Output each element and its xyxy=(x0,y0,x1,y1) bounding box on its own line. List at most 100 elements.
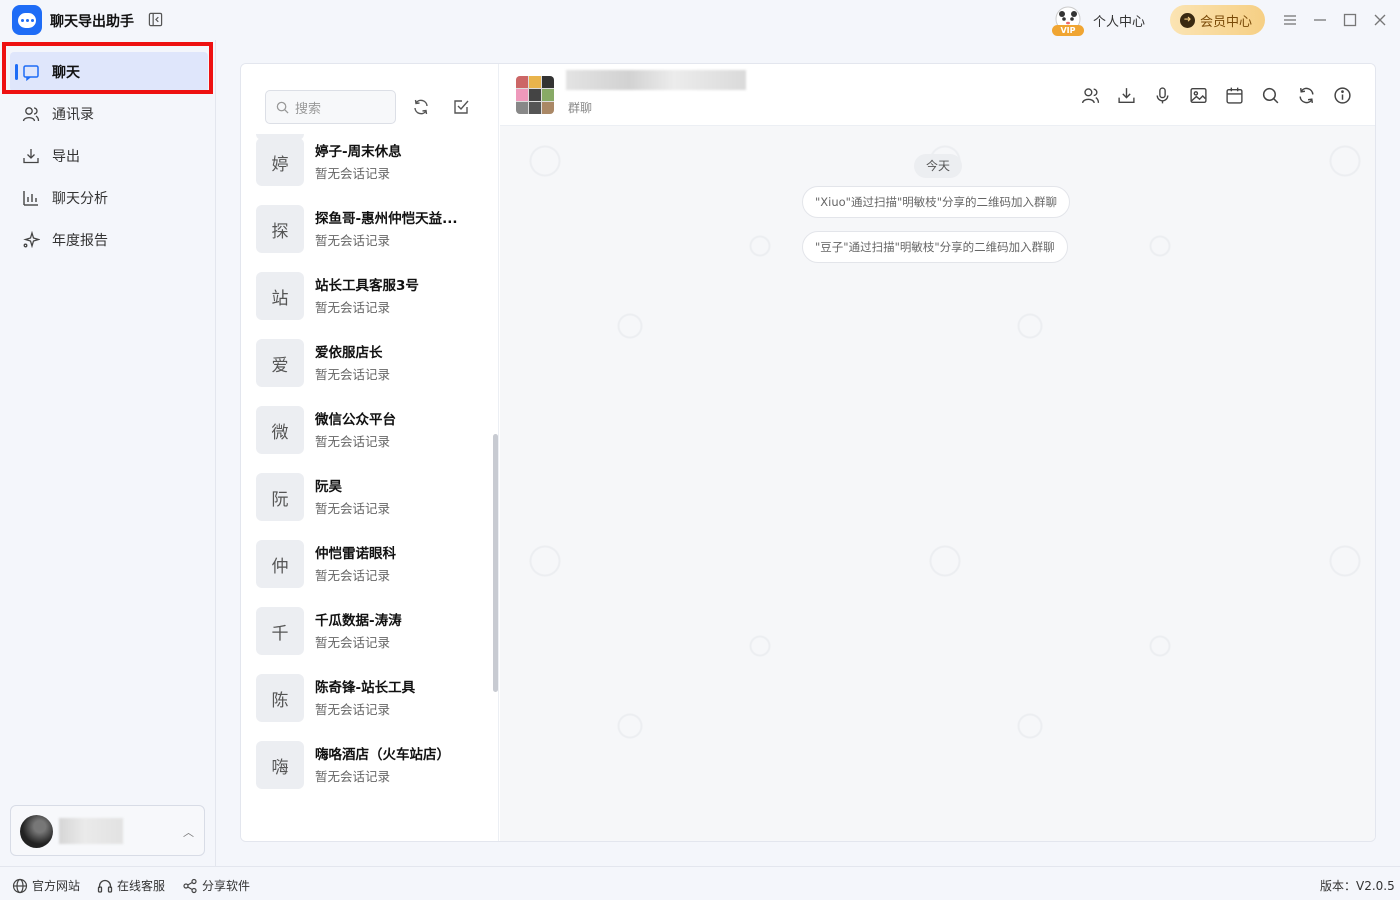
list-item[interactable]: 爱 爱依服店长 暂无会话记录 xyxy=(256,335,491,391)
contact-avatar: 微 xyxy=(256,406,304,454)
date-divider: 今天 xyxy=(914,154,963,178)
search-icon[interactable] xyxy=(1261,86,1280,105)
user-account-card[interactable]: ︿ xyxy=(10,805,205,856)
contact-avatar: 婷 xyxy=(256,138,304,186)
chat-pane: 群聊 今天 "Xiuo"通过扫描"明敏枝"分享的二维码加入群聊 "豆子"通过扫描… xyxy=(500,64,1375,841)
version-label: 版本：V2.0.5 xyxy=(1320,879,1395,893)
contact-last-message: 暂无会话记录 xyxy=(315,166,391,181)
select-checkbox-icon[interactable] xyxy=(452,98,470,116)
minimize-icon[interactable] xyxy=(1312,12,1328,28)
group-name-blurred xyxy=(566,70,746,90)
share-icon xyxy=(183,878,197,893)
refresh-icon[interactable] xyxy=(1297,86,1316,105)
list-item[interactable]: 仲 仲恺雷诺眼科 暂无会话记录 xyxy=(256,536,491,592)
menu-icon[interactable] xyxy=(1282,12,1298,28)
title-bar: 聊天导出助手 VIP 个人中心 ➜ 会员中心 xyxy=(0,0,1400,40)
contact-name: 千瓜数据-涛涛 xyxy=(315,613,402,629)
sparkle-icon xyxy=(23,231,40,249)
sidebar: 聊天 通讯录 导出 聊天分析 年度报告 ︿ xyxy=(0,40,216,866)
members-icon[interactable] xyxy=(1081,86,1100,105)
sidebar-item-contacts[interactable]: 通讯录 xyxy=(10,94,208,134)
contact-last-message: 暂无会话记录 xyxy=(315,635,391,650)
contact-name: 婷子-周末休息 xyxy=(315,144,402,160)
list-item[interactable]: 站 站长工具客服3号 暂无会话记录 xyxy=(256,268,491,324)
arrow-right-icon: ➜ xyxy=(1180,12,1195,28)
contact-name: 陈奇锋-站长工具 xyxy=(315,680,416,696)
contact-avatar: 阮 xyxy=(256,473,304,521)
list-item[interactable]: 阮 阮昊 暂无会话记录 xyxy=(256,469,491,525)
search-placeholder: 搜索 xyxy=(295,101,322,117)
bar-chart-icon xyxy=(23,191,38,206)
online-support-link[interactable]: 在线客服 xyxy=(97,877,165,894)
search-icon xyxy=(276,101,289,114)
list-item[interactable]: 嗨 嗨咯酒店（火车站店） 暂无会话记录 xyxy=(256,737,491,793)
user-name-blurred xyxy=(59,818,123,844)
vip-badge: VIP xyxy=(1052,25,1084,36)
refresh-icon[interactable] xyxy=(412,98,430,116)
contact-last-message: 暂无会话记录 xyxy=(315,568,391,583)
group-type-label: 群聊 xyxy=(568,101,593,115)
contact-last-message: 暂无会话记录 xyxy=(315,769,391,784)
sidebar-item-label: 聊天分析 xyxy=(52,191,108,207)
member-center-label: 会员中心 xyxy=(1200,14,1253,30)
contact-name: 阮昊 xyxy=(315,479,342,495)
contact-last-message: 暂无会话记录 xyxy=(315,367,391,382)
list-item[interactable]: 陈 陈奇锋-站长工具 暂无会话记录 xyxy=(256,670,491,726)
globe-icon xyxy=(12,878,28,893)
group-avatar xyxy=(516,76,554,114)
info-icon[interactable] xyxy=(1333,86,1352,105)
close-icon[interactable] xyxy=(1372,12,1388,28)
contact-last-message: 暂无会话记录 xyxy=(315,300,391,315)
contact-avatar: 站 xyxy=(256,272,304,320)
sidebar-item-label: 导出 xyxy=(52,149,80,165)
contact-last-message: 暂无会话记录 xyxy=(315,434,391,449)
headset-icon xyxy=(97,879,113,893)
microphone-icon[interactable] xyxy=(1153,86,1172,105)
calendar-icon[interactable] xyxy=(1225,86,1244,105)
share-software-label: 分享软件 xyxy=(202,879,251,893)
contact-avatar: 仲 xyxy=(256,540,304,588)
sidebar-item-chat[interactable]: 聊天 xyxy=(10,52,208,92)
conversation-list-pane: 搜索 婷 婷子-周末休息 暂无会话记录 探 探鱼哥-惠州仲恺天益... 暂无会话… xyxy=(241,64,499,841)
official-website-label: 官方网站 xyxy=(32,879,81,893)
personal-center-link[interactable]: 个人中心 xyxy=(1093,11,1145,30)
share-software-link[interactable]: 分享软件 xyxy=(182,877,250,894)
list-item[interactable]: 微 微信公众平台 暂无会话记录 xyxy=(256,402,491,458)
search-input[interactable]: 搜索 xyxy=(265,90,396,124)
contact-name: 爱依服店长 xyxy=(315,345,383,361)
image-icon[interactable] xyxy=(1189,86,1208,105)
contact-name: 嗨咯酒店（火车站店） xyxy=(315,747,450,763)
contact-avatar: 探 xyxy=(256,205,304,253)
list-item[interactable]: 婷 婷子-周末休息 暂无会话记录 xyxy=(256,134,491,190)
online-support-label: 在线客服 xyxy=(117,879,166,893)
contact-avatar: 千 xyxy=(256,607,304,655)
list-item[interactable]: 探 探鱼哥-惠州仲恺天益... 暂无会话记录 xyxy=(256,201,491,257)
export-icon xyxy=(23,149,39,164)
contact-name: 站长工具客服3号 xyxy=(315,278,419,294)
contact-name: 微信公众平台 xyxy=(315,412,396,428)
sidebar-item-export[interactable]: 导出 xyxy=(10,136,208,176)
contact-avatar: 陈 xyxy=(256,674,304,722)
app-title: 聊天导出助手 xyxy=(50,14,134,30)
sidebar-item-label: 年度报告 xyxy=(52,233,108,249)
contact-name: 探鱼哥-惠州仲恺天益... xyxy=(315,211,458,227)
download-icon[interactable] xyxy=(1117,86,1136,105)
list-scrollbar[interactable] xyxy=(493,434,498,692)
chevron-up-icon: ︿ xyxy=(183,826,194,839)
status-bar: 官方网站 在线客服 分享软件 版本：V2.0.5 xyxy=(0,866,1400,900)
system-message: "Xiuo"通过扫描"明敏枝"分享的二维码加入群聊 xyxy=(802,186,1071,218)
collapse-sidebar-icon[interactable] xyxy=(148,12,163,27)
sidebar-item-analysis[interactable]: 聊天分析 xyxy=(10,178,208,218)
sidebar-item-label: 聊天 xyxy=(52,65,80,81)
member-center-button[interactable]: ➜ 会员中心 xyxy=(1170,5,1265,35)
contact-avatar: 爱 xyxy=(256,339,304,387)
avatar xyxy=(20,815,53,848)
contact-list: 婷 婷子-周末休息 暂无会话记录 探 探鱼哥-惠州仲恺天益... 暂无会话记录 … xyxy=(241,134,491,841)
contact-last-message: 暂无会话记录 xyxy=(315,501,391,516)
sidebar-item-annual-report[interactable]: 年度报告 xyxy=(10,220,208,260)
list-item[interactable]: 千 千瓜数据-涛涛 暂无会话记录 xyxy=(256,603,491,659)
maximize-icon[interactable] xyxy=(1342,12,1358,28)
system-message: "豆子"通过扫描"明敏枝"分享的二维码加入群聊 xyxy=(802,231,1068,263)
official-website-link[interactable]: 官方网站 xyxy=(12,877,80,894)
main-panel: 搜索 婷 婷子-周末休息 暂无会话记录 探 探鱼哥-惠州仲恺天益... 暂无会话… xyxy=(240,63,1376,842)
